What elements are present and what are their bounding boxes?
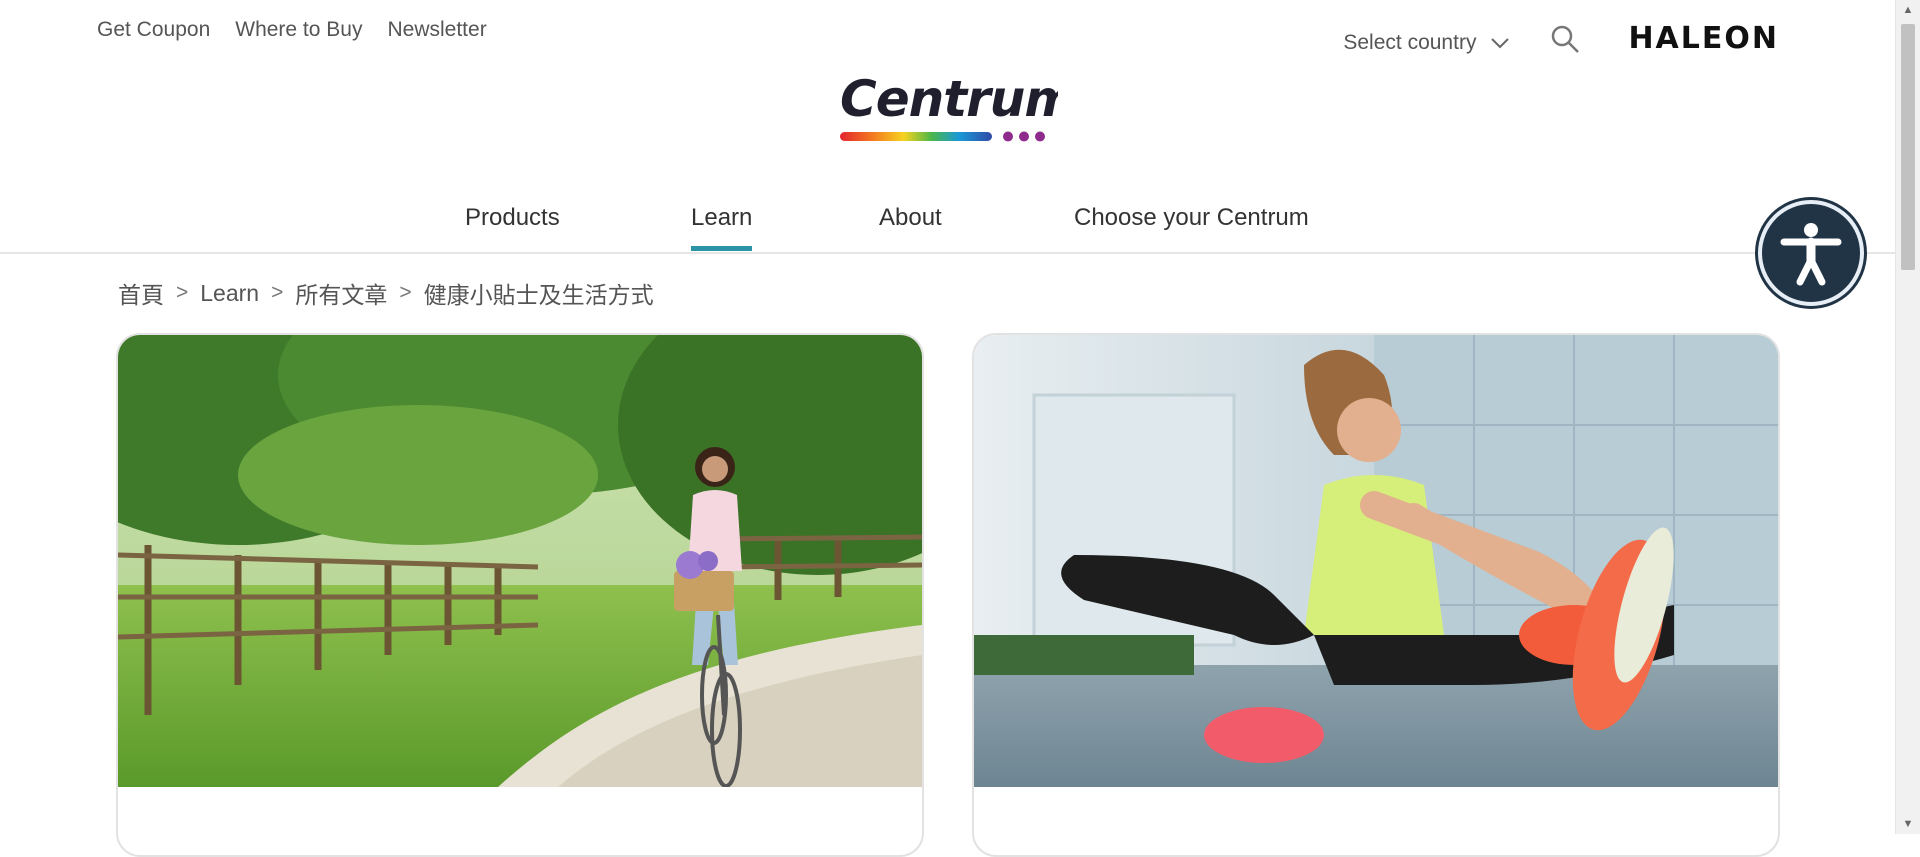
search-icon	[1552, 25, 1580, 53]
main-nav: Products Learn About Choose your Centrum	[0, 190, 1896, 254]
breadcrumb-learn[interactable]: Learn	[200, 280, 259, 307]
accessibility-icon	[1780, 223, 1842, 286]
header-tools: Select country HALEON	[1343, 18, 1779, 59]
haleon-logo[interactable]: HALEON	[1628, 21, 1779, 56]
breadcrumb: 首頁 > Learn > 所有文章 > 健康小貼士及生活方式	[118, 276, 654, 310]
svg-text:Centrum: Centrum	[840, 70, 1058, 128]
scroll-up-arrow[interactable]: ▲	[1896, 4, 1920, 16]
article-card[interactable]	[116, 333, 924, 857]
nav-about[interactable]: About	[879, 204, 942, 246]
breadcrumb-separator: >	[271, 281, 284, 304]
nav-learn[interactable]: Learn	[691, 204, 753, 251]
nav-choose-your-centrum[interactable]: Choose your Centrum	[1074, 204, 1309, 246]
breadcrumb-separator: >	[399, 281, 412, 304]
article-card[interactable]	[972, 333, 1780, 857]
country-selector[interactable]: Select country	[1343, 31, 1510, 55]
woman-riding-bicycle-photo[interactable]	[118, 335, 922, 787]
page-scrollbar[interactable]: ▲ ▼	[1895, 0, 1920, 834]
centrum-logo[interactable]: Centrum	[838, 66, 1076, 151]
nav-products[interactable]: Products	[465, 204, 560, 246]
search-button[interactable]	[1550, 24, 1580, 59]
breadcrumb-current: 健康小貼士及生活方式	[423, 282, 654, 308]
accessibility-button[interactable]	[1758, 200, 1864, 306]
get-coupon-link[interactable]: Get Coupon	[97, 18, 210, 42]
where-to-buy-link[interactable]: Where to Buy	[235, 18, 362, 42]
breadcrumb-separator: >	[176, 281, 189, 304]
scroll-down-arrow[interactable]: ▼	[1896, 818, 1920, 830]
chevron-down-icon	[1491, 37, 1510, 48]
centrum-logo-graphic: Centrum	[840, 70, 1076, 142]
utility-nav: Get Coupon Where to Buy Newsletter	[97, 18, 487, 42]
breadcrumb-home[interactable]: 首頁	[118, 276, 164, 310]
newsletter-link[interactable]: Newsletter	[387, 18, 486, 42]
country-selector-label: Select country	[1343, 30, 1477, 54]
breadcrumb-all-articles[interactable]: 所有文章	[295, 276, 387, 310]
scrollbar-thumb[interactable]	[1901, 24, 1915, 270]
woman-stretching-photo[interactable]	[974, 335, 1778, 787]
